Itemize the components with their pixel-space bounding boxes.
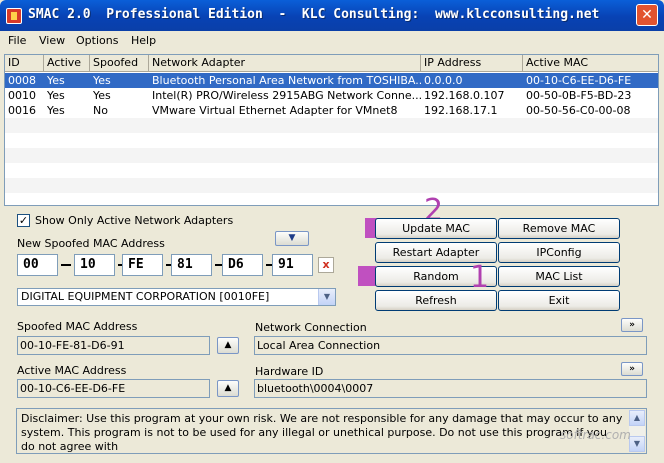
ipconfig-button[interactable]: IPConfig <box>498 242 620 263</box>
mac-octet-2[interactable]: 10 <box>74 254 115 276</box>
col-id[interactable]: ID <box>5 55 44 72</box>
refresh-button[interactable]: Refresh <box>375 290 497 311</box>
close-button[interactable]: ✕ <box>636 4 658 26</box>
expand-hardware-button[interactable]: » <box>621 362 643 376</box>
scroll-up-icon[interactable]: ▲ <box>629 410 645 426</box>
cell-id: 0016 <box>8 104 36 117</box>
cell-ip: 192.168.0.107 <box>424 89 505 102</box>
adapter-grid[interactable]: ID Active Spoofed Network Adapter IP Add… <box>4 54 659 206</box>
disclaimer-text: Disclaimer: Use this program at your own… <box>21 412 623 453</box>
mac-octet-5[interactable]: D6 <box>222 254 263 276</box>
table-row[interactable]: 0010 Yes Yes Intel(R) PRO/Wireless 2915A… <box>5 88 658 103</box>
highlight-marker <box>358 266 376 286</box>
menu-file[interactable]: File <box>8 34 26 47</box>
cell-ip: 0.0.0.0 <box>424 74 463 87</box>
col-network-adapter[interactable]: Network Adapter <box>149 55 421 72</box>
cell-spoofed: Yes <box>93 89 111 102</box>
app-icon <box>6 8 22 24</box>
cell-id: 0008 <box>8 74 36 87</box>
table-row[interactable]: 0016 Yes No VMware Virtual Ethernet Adap… <box>5 103 658 118</box>
vendor-select[interactable]: DIGITAL EQUIPMENT CORPORATION [0010FE] ▼ <box>17 288 336 306</box>
cell-adapter: VMware Virtual Ethernet Adapter for VMne… <box>152 104 398 117</box>
show-only-active-label: Show Only Active Network Adapters <box>35 214 234 227</box>
watermark: softrac.com <box>560 428 631 442</box>
cell-spoofed: No <box>93 104 108 117</box>
menu-view[interactable]: View <box>39 34 65 47</box>
cell-mac: 00-10-C6-EE-D6-FE <box>526 74 632 87</box>
cell-id: 0010 <box>8 89 36 102</box>
mac-list-button[interactable]: MAC List <box>498 266 620 287</box>
show-only-active-checkbox[interactable]: ✓ <box>17 214 30 227</box>
active-mac-label: Active MAC Address <box>17 364 127 377</box>
col-spoofed[interactable]: Spoofed <box>90 55 149 72</box>
exit-button[interactable]: Exit <box>498 290 620 311</box>
active-mac-up-button[interactable]: ▲ <box>217 380 239 397</box>
network-connection-field: Local Area Connection <box>254 336 647 355</box>
clear-mac-button[interactable]: x <box>318 257 334 273</box>
active-mac-field: 00-10-C6-EE-D6-FE <box>17 379 210 398</box>
cell-adapter: Intel(R) PRO/Wireless 2915ABG Network Co… <box>152 89 421 102</box>
expand-network-button[interactable]: » <box>621 318 643 332</box>
col-active[interactable]: Active <box>44 55 90 72</box>
mac-down-button[interactable]: ▼ <box>275 231 309 246</box>
col-active-mac[interactable]: Active MAC <box>523 55 658 72</box>
title-bar: SMAC 2.0 Professional Edition - KLC Cons… <box>0 0 664 31</box>
mac-octet-6[interactable]: 91 <box>272 254 313 276</box>
col-ip-address[interactable]: IP Address <box>421 55 523 72</box>
new-mac-label: New Spoofed MAC Address <box>17 237 165 250</box>
remove-mac-button[interactable]: Remove MAC <box>498 218 620 239</box>
mac-octet-3[interactable]: FE <box>122 254 163 276</box>
cell-mac: 00-50-0B-F5-BD-23 <box>526 89 632 102</box>
cell-ip: 192.168.17.1 <box>424 104 498 117</box>
hardware-id-field: bluetooth\0004\0007 <box>254 379 647 398</box>
hardware-id-label: Hardware ID <box>255 365 324 378</box>
disclaimer-box[interactable]: Disclaimer: Use this program at your own… <box>16 408 647 454</box>
cell-active: Yes <box>47 104 65 117</box>
spoofed-mac-up-button[interactable]: ▲ <box>217 337 239 354</box>
chevron-down-icon[interactable]: ▼ <box>318 289 335 305</box>
mac-octet-4[interactable]: 81 <box>171 254 212 276</box>
menu-bar: File View Options Help <box>0 31 664 51</box>
spoofed-mac-label: Spoofed MAC Address <box>17 320 138 333</box>
vendor-select-value: DIGITAL EQUIPMENT CORPORATION [0010FE] <box>21 290 270 303</box>
cell-spoofed: Yes <box>93 74 111 87</box>
dash <box>61 264 71 266</box>
scrollbar[interactable]: ▲ ▼ <box>629 410 645 452</box>
table-row[interactable]: 0008 Yes Yes Bluetooth Personal Area Net… <box>5 73 658 88</box>
update-mac-button[interactable]: Update MAC <box>375 218 497 239</box>
grid-empty-area <box>5 118 658 205</box>
menu-help[interactable]: Help <box>131 34 156 47</box>
cell-active: Yes <box>47 89 65 102</box>
menu-options[interactable]: Options <box>76 34 118 47</box>
mac-octet-1[interactable]: 00 <box>17 254 58 276</box>
cell-active: Yes <box>47 74 65 87</box>
network-connection-label: Network Connection <box>255 321 367 334</box>
spoofed-mac-field: 00-10-FE-81-D6-91 <box>17 336 210 355</box>
scroll-down-icon[interactable]: ▼ <box>629 436 645 452</box>
cell-adapter: Bluetooth Personal Area Network from TOS… <box>152 74 421 87</box>
grid-header: ID Active Spoofed Network Adapter IP Add… <box>5 55 658 72</box>
window-title: SMAC 2.0 Professional Edition - KLC Cons… <box>28 7 600 22</box>
cell-mac: 00-50-56-C0-00-08 <box>526 104 631 117</box>
